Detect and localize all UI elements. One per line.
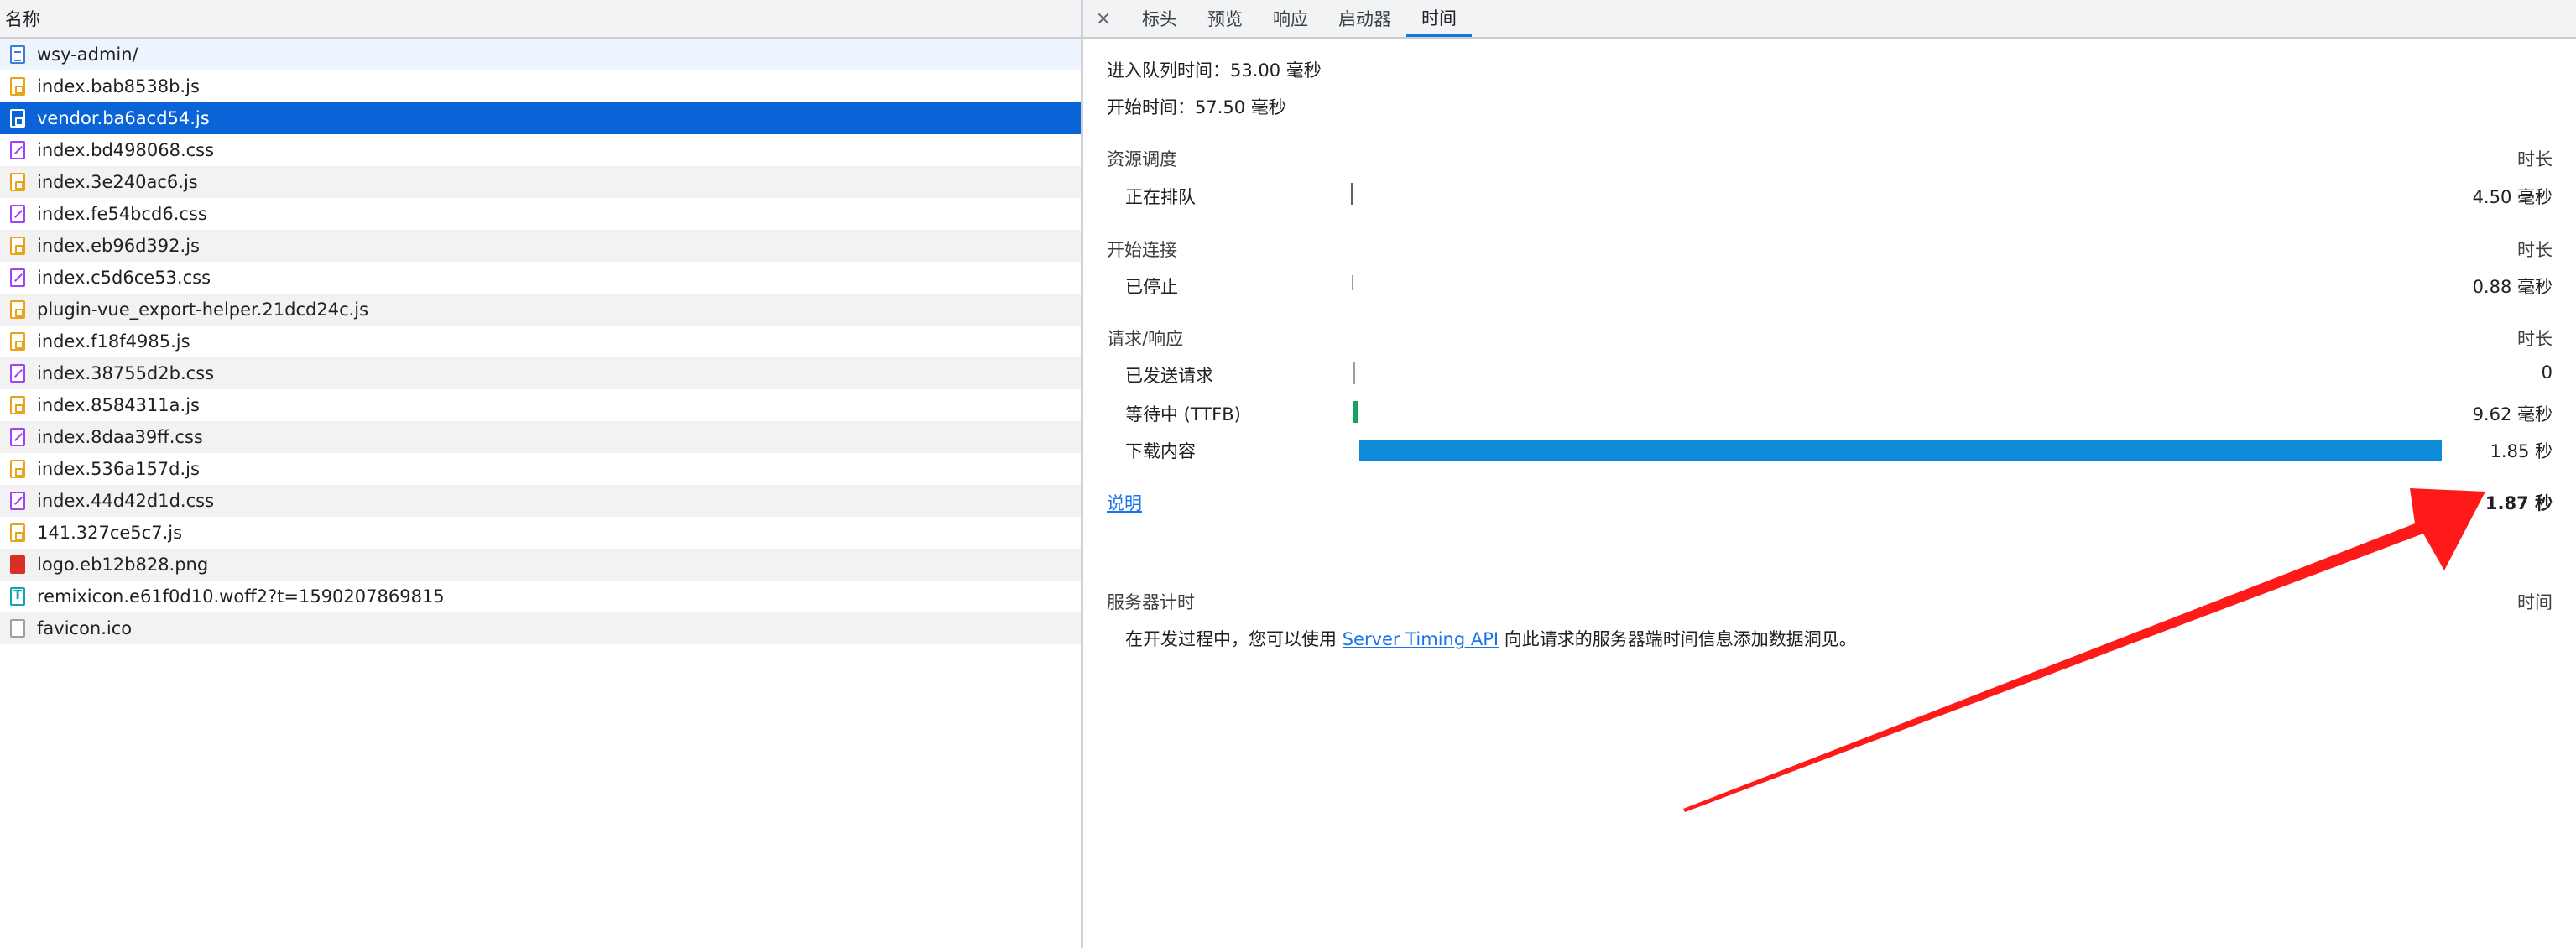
server-timing-description: 在开发过程中，您可以使用 Server Timing API 向此请求的服务器端… xyxy=(1125,626,1857,651)
content-download-label: 下载内容 xyxy=(1125,441,1196,461)
request-name: index.44d42d1d.css xyxy=(37,491,215,511)
server-timing-text-after: 向此请求的服务器端时间信息添加数据洞见。 xyxy=(1499,629,1857,649)
request-detail-panel: × 标头 预览 响应 启动器 时间 进入队列时间：53.00 毫秒 开始时间：5… xyxy=(1083,0,2576,948)
request-name: index.c5d6ce53.css xyxy=(37,268,211,288)
script-icon xyxy=(10,332,25,351)
image-icon xyxy=(10,555,25,574)
explanation-link[interactable]: 说明 xyxy=(1107,490,1142,515)
request-sent-label: 已发送请求 xyxy=(1125,366,1213,386)
request-row-selected[interactable]: vendor.ba6acd54.js xyxy=(0,102,1081,134)
request-name: index.eb96d392.js xyxy=(37,236,200,256)
total-time: 1.87 秒 xyxy=(2485,493,2553,513)
request-row[interactable]: index.c5d6ce53.css xyxy=(0,262,1081,294)
script-icon xyxy=(10,77,25,96)
duration-header: 时长 xyxy=(2517,149,2553,169)
request-row[interactable]: index.eb96d392.js xyxy=(0,230,1081,262)
server-timing-api-link[interactable]: Server Timing API xyxy=(1343,629,1499,649)
script-icon xyxy=(10,237,25,255)
request-name: index.f18f4985.js xyxy=(37,331,190,352)
stylesheet-icon xyxy=(10,141,25,159)
script-icon xyxy=(10,523,25,542)
request-row[interactable]: plugin-vue_export-helper.21dcd24c.js xyxy=(0,294,1081,326)
stylesheet-icon xyxy=(10,492,25,510)
duration-header: 时长 xyxy=(2517,329,2553,349)
connection-start-title: 开始连接 xyxy=(1107,240,1177,260)
request-row[interactable]: index.f18f4985.js xyxy=(0,326,1081,357)
request-row[interactable]: index.fe54bcd6.css xyxy=(0,198,1081,230)
detail-tabs: × 标头 预览 响应 启动器 时间 xyxy=(1083,0,2576,39)
request-name: logo.eb12b828.png xyxy=(37,555,209,575)
stylesheet-icon xyxy=(10,364,25,383)
request-sent-bar xyxy=(1353,362,1355,384)
request-name: index.bd498068.css xyxy=(37,140,215,160)
request-sent-value: 0 xyxy=(2541,362,2553,383)
request-response-title: 请求/响应 xyxy=(1107,329,1184,349)
request-row[interactable]: index.44d42d1d.css xyxy=(0,485,1081,517)
request-row[interactable]: index.536a157d.js xyxy=(0,453,1081,485)
request-row[interactable]: remixicon.e61f0d10.woff2?t=1590207869815 xyxy=(0,581,1081,612)
content-download-bar xyxy=(1359,440,2442,461)
request-row[interactable]: index.8daa39ff.css xyxy=(0,421,1081,453)
request-name: index.fe54bcd6.css xyxy=(37,204,207,224)
request-row[interactable]: 141.327ce5c7.js xyxy=(0,517,1081,549)
request-name: 141.327ce5c7.js xyxy=(37,523,183,543)
request-row[interactable]: index.bd498068.css xyxy=(0,134,1081,166)
stalled-label: 已停止 xyxy=(1125,277,1178,297)
request-row[interactable]: index.bab8538b.js xyxy=(0,70,1081,102)
queueing-label: 正在排队 xyxy=(1125,187,1196,207)
content-download-value: 1.85 秒 xyxy=(2490,441,2553,461)
queueing-value: 4.50 毫秒 xyxy=(2472,187,2553,207)
server-timing-text-before: 在开发过程中，您可以使用 xyxy=(1125,629,1343,649)
stylesheet-icon xyxy=(10,268,25,287)
request-name: index.38755d2b.css xyxy=(37,363,215,383)
request-name: vendor.ba6acd54.js xyxy=(37,108,210,128)
request-name: plugin-vue_export-helper.21dcd24c.js xyxy=(37,300,369,320)
request-list-panel: 名称 wsy-admin/ index.bab8538b.js vendor.b… xyxy=(0,0,1081,948)
request-name: wsy-admin/ xyxy=(37,44,138,65)
script-icon xyxy=(10,300,25,319)
request-row[interactable]: index.8584311a.js xyxy=(0,389,1081,421)
tab-headers[interactable]: 标头 xyxy=(1127,0,1192,37)
request-name: index.bab8538b.js xyxy=(37,76,200,96)
queued-at-text: 进入队列时间：53.00 毫秒 xyxy=(1107,60,1322,81)
script-icon xyxy=(10,109,25,128)
request-row[interactable]: favicon.ico xyxy=(0,612,1081,644)
resource-scheduling-title: 资源调度 xyxy=(1107,149,1177,169)
stalled-value: 0.88 毫秒 xyxy=(2472,277,2553,297)
stalled-bar xyxy=(1352,275,1353,290)
font-icon xyxy=(10,587,25,606)
file-icon xyxy=(10,619,25,638)
tab-timing[interactable]: 时间 xyxy=(1406,0,1472,37)
request-row[interactable]: wsy-admin/ xyxy=(0,39,1081,70)
server-timing-title: 服务器计时 xyxy=(1107,592,1195,612)
duration-header: 时长 xyxy=(2517,240,2553,260)
request-list: wsy-admin/ index.bab8538b.js vendor.ba6a… xyxy=(0,39,1081,644)
request-name: index.8daa39ff.css xyxy=(37,427,203,447)
script-icon xyxy=(10,396,25,414)
request-row[interactable]: index.3e240ac6.js xyxy=(0,166,1081,198)
name-column-header[interactable]: 名称 xyxy=(0,0,1081,39)
request-name: index.8584311a.js xyxy=(37,395,200,415)
request-name: remixicon.e61f0d10.woff2?t=1590207869815 xyxy=(37,586,445,607)
request-name: index.536a157d.js xyxy=(37,459,200,479)
request-row[interactable]: logo.eb12b828.png xyxy=(0,549,1081,581)
ttfb-bar xyxy=(1353,401,1358,423)
script-icon xyxy=(10,173,25,191)
ttfb-label: 等待中 (TTFB) xyxy=(1125,404,1241,425)
time-header: 时间 xyxy=(2517,592,2553,612)
request-name: index.3e240ac6.js xyxy=(37,172,198,192)
tab-response[interactable]: 响应 xyxy=(1258,0,1323,37)
stylesheet-icon xyxy=(10,428,25,446)
tab-preview[interactable]: 预览 xyxy=(1192,0,1258,37)
document-icon xyxy=(10,45,25,64)
script-icon xyxy=(10,460,25,478)
queueing-bar xyxy=(1351,183,1353,205)
ttfb-value: 9.62 毫秒 xyxy=(2472,404,2553,425)
started-at-text: 开始时间：57.50 毫秒 xyxy=(1107,97,1286,117)
request-row[interactable]: index.38755d2b.css xyxy=(0,357,1081,389)
stylesheet-icon xyxy=(10,205,25,223)
close-icon[interactable]: × xyxy=(1092,0,1115,37)
request-name: favicon.ico xyxy=(37,618,133,638)
tab-initiator[interactable]: 启动器 xyxy=(1323,0,1406,37)
